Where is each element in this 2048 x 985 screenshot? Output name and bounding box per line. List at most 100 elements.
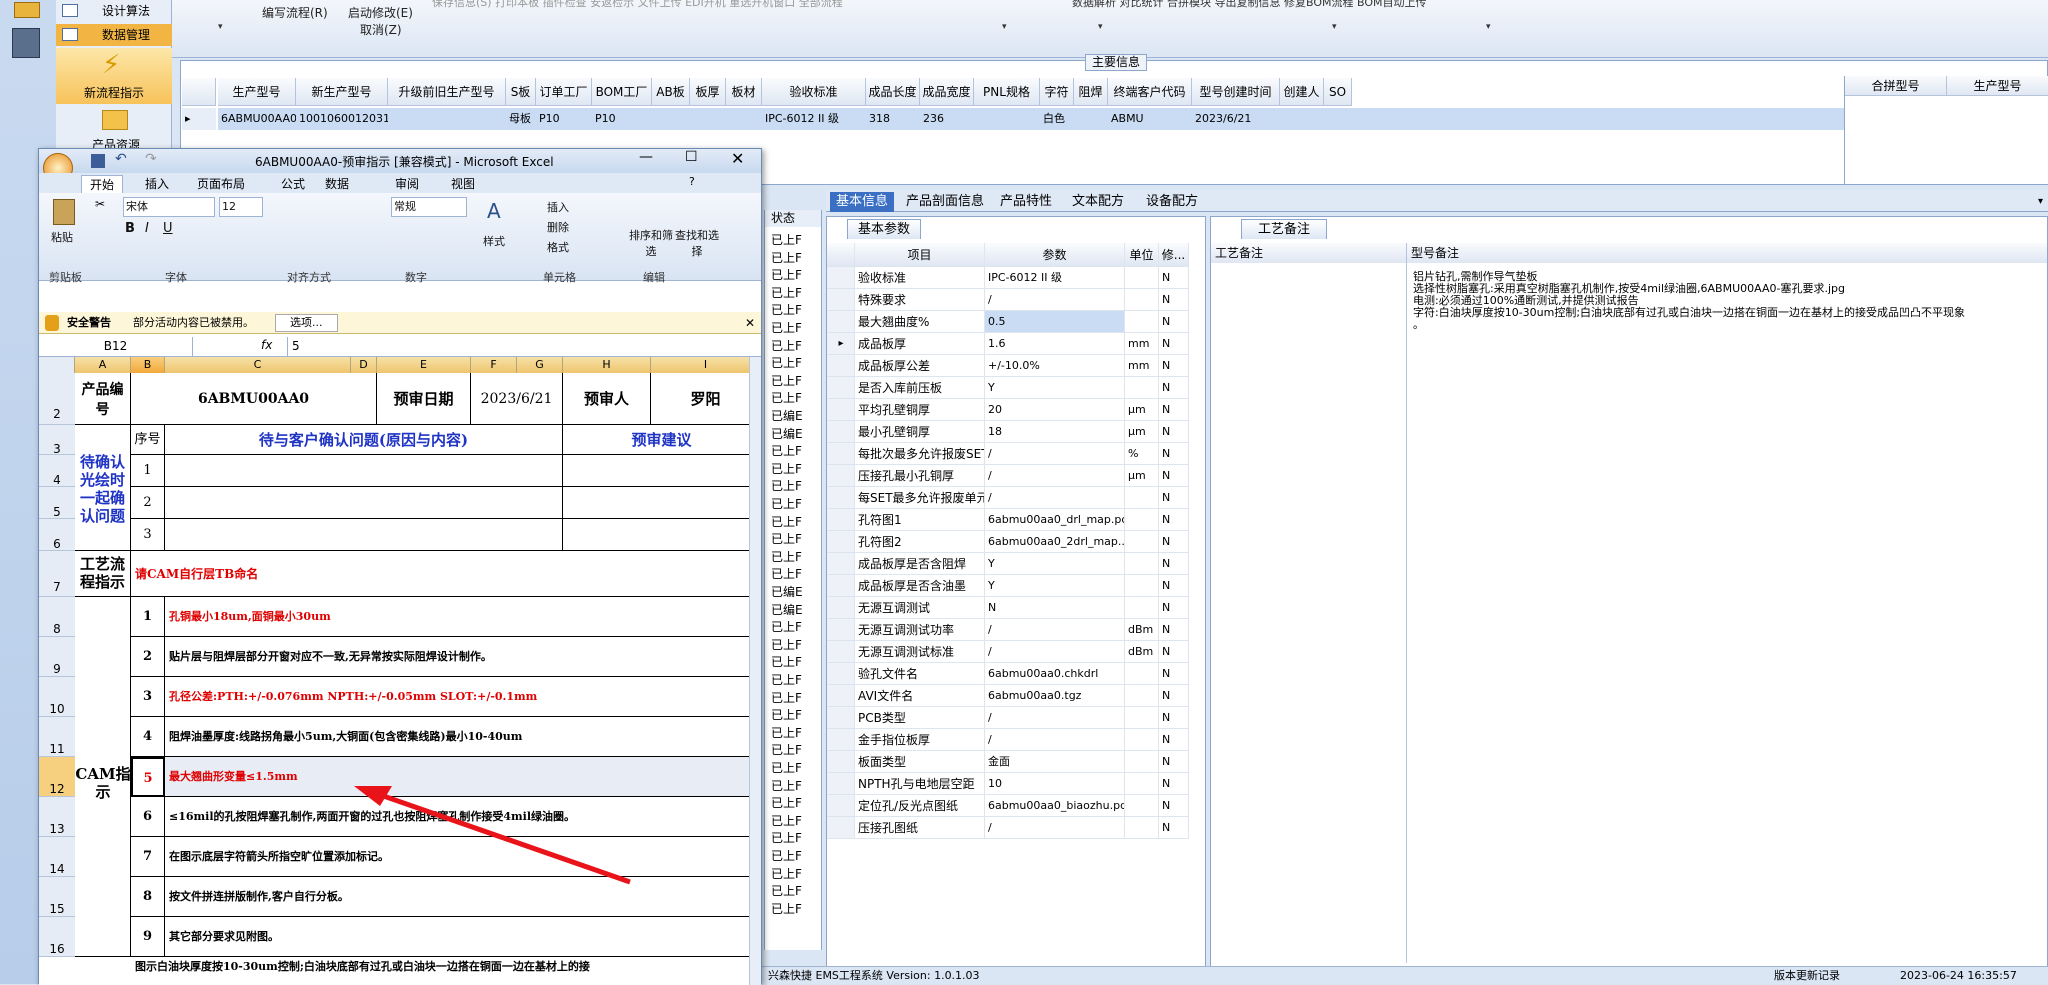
- find-select-button[interactable]: 查找和选择: [675, 227, 719, 259]
- nav-item-algorithm[interactable]: 设计算法: [56, 0, 172, 22]
- bold-button[interactable]: B: [125, 221, 135, 236]
- issue-cell[interactable]: [165, 487, 563, 519]
- tab-profile[interactable]: 产品剖面信息: [900, 192, 990, 212]
- vertical-scrollbar[interactable]: [749, 357, 761, 985]
- tab-data[interactable]: 数据: [317, 175, 357, 193]
- grid-cell[interactable]: P10: [592, 108, 652, 130]
- row-selector[interactable]: [827, 619, 855, 641]
- chevron-down-icon[interactable]: ▾: [1002, 22, 1007, 32]
- date-label-cell[interactable]: 预审日期: [377, 373, 471, 425]
- basic-cell[interactable]: /: [985, 707, 1125, 729]
- number-format-select[interactable]: 常规: [391, 197, 467, 217]
- item-number-cell[interactable]: 5: [131, 757, 165, 797]
- column-header[interactable]: C: [165, 357, 351, 373]
- basic-cell[interactable]: 6abmu00aa0_drl_map.pdf: [985, 509, 1125, 531]
- grid-cell[interactable]: [974, 108, 1040, 130]
- grid-cell[interactable]: 2023/6/21: [1192, 108, 1280, 130]
- reviewer-label-cell[interactable]: 预审人: [563, 373, 651, 425]
- cam-label-cell[interactable]: CAM指示: [75, 761, 131, 801]
- cancel-button[interactable]: 取消(Z): [360, 21, 402, 38]
- seq-cell[interactable]: 1: [131, 455, 165, 487]
- process-notes-area[interactable]: [1211, 263, 1407, 963]
- basic-cell[interactable]: /: [985, 641, 1125, 663]
- basic-cell[interactable]: N: [985, 597, 1125, 619]
- row-selector[interactable]: [827, 685, 855, 707]
- column-header[interactable]: E: [377, 357, 471, 373]
- format-cells-button[interactable]: 格式: [547, 239, 569, 255]
- item-text-cell[interactable]: 孔径公差:PTH:+/-0.076mm NPTH:+/-0.05mm SLOT:…: [165, 677, 749, 717]
- chevron-down-icon[interactable]: ▾: [218, 22, 223, 32]
- security-options-button[interactable]: 选项...: [275, 314, 338, 332]
- row-selector[interactable]: [827, 355, 855, 377]
- grid-cell[interactable]: 318: [866, 108, 920, 130]
- column-header[interactable]: A: [75, 357, 131, 373]
- product-label-cell[interactable]: 产品编号: [75, 373, 131, 425]
- basic-cell[interactable]: IPC-6012 II 级: [985, 267, 1125, 289]
- undo-icon[interactable]: ↶: [115, 151, 127, 167]
- row-header[interactable]: 11: [39, 717, 75, 757]
- basic-cell[interactable]: +/-10.0%: [985, 355, 1125, 377]
- grid-cell[interactable]: [690, 108, 726, 130]
- grid-cell[interactable]: [652, 108, 690, 130]
- row-selector[interactable]: [827, 707, 855, 729]
- help-icon[interactable]: ?: [689, 175, 695, 188]
- advice-cell[interactable]: [563, 519, 749, 551]
- basic-cell[interactable]: 6abmu00aa0.tgz: [985, 685, 1125, 707]
- row-selector[interactable]: [827, 729, 855, 751]
- item-number-cell[interactable]: 2: [131, 637, 165, 677]
- row-header[interactable]: 4: [39, 455, 75, 487]
- row-header[interactable]: 7: [39, 551, 75, 597]
- tab-equipment-recipe[interactable]: 设备配方: [1140, 192, 1204, 212]
- item-text-cell[interactable]: 孔铜最小18um,面铜最小30um: [165, 597, 749, 637]
- grid-cell[interactable]: [1074, 108, 1108, 130]
- row-header[interactable]: 15: [39, 877, 75, 917]
- row-selector[interactable]: [827, 663, 855, 685]
- row-selector[interactable]: [827, 267, 855, 289]
- pending-issues-label[interactable]: 待确认光绘时一起确认问题: [75, 425, 131, 551]
- basic-cell[interactable]: 6abmu00aa0.chkdrl: [985, 663, 1125, 685]
- basic-cell[interactable]: Y: [985, 575, 1125, 597]
- insert-cells-button[interactable]: 插入: [547, 199, 569, 215]
- item-text-cell[interactable]: 按文件拼连拼版制作,客户自行分板。: [165, 877, 749, 917]
- row-selector[interactable]: [827, 795, 855, 817]
- close-button[interactable]: ✕: [731, 149, 744, 168]
- row-header[interactable]: 5: [39, 487, 75, 519]
- save-icon[interactable]: [91, 154, 105, 168]
- styles-button[interactable]: A 样式: [481, 197, 515, 257]
- row-header[interactable]: 2: [39, 373, 75, 425]
- overflow-text-cell[interactable]: 图示白油块厚度按10-30um控制;白油块底部有过孔或白油块一边搭在铜面一边在基…: [131, 957, 749, 985]
- maximize-button[interactable]: ☐: [685, 149, 698, 165]
- row-selector[interactable]: [827, 311, 855, 333]
- select-all-corner[interactable]: [39, 357, 75, 373]
- font-name-select[interactable]: 宋体: [123, 197, 215, 217]
- row-selector[interactable]: [827, 773, 855, 795]
- nav-item-data[interactable]: 数据管理: [56, 24, 172, 46]
- item-text-cell[interactable]: 贴片层与阻焊层部分开窗对应不一致,无异常按实际阻焊设计制作。: [165, 637, 749, 677]
- item-number-cell[interactable]: 6: [131, 797, 165, 837]
- nav-item-new-flow[interactable]: ⚡ 新流程指示: [56, 48, 172, 104]
- model-notes-text[interactable]: 铝片钻孔,需制作导气垫板 选择性树脂塞孔:采用真空树脂塞孔机制作,按受4mil绿…: [1413, 271, 2033, 961]
- tab-review[interactable]: 审阅: [387, 175, 427, 193]
- issue-cell[interactable]: [165, 455, 563, 487]
- tab-process-notes[interactable]: 工艺备注: [1241, 219, 1328, 239]
- row-header[interactable]: 12: [39, 757, 75, 797]
- row-selector[interactable]: [827, 751, 855, 773]
- item-text-cell[interactable]: 最大翘曲形变量≤1.5mm: [165, 757, 749, 797]
- chevron-down-icon[interactable]: ▾: [1098, 22, 1103, 32]
- formula-input[interactable]: 5: [287, 337, 747, 356]
- row-selector[interactable]: [827, 443, 855, 465]
- tab-view[interactable]: 视图: [443, 175, 483, 193]
- column-header[interactable]: F: [471, 357, 517, 373]
- grid-cell[interactable]: 母板: [506, 108, 536, 130]
- grid-icon[interactable]: [14, 2, 40, 18]
- seq-cell[interactable]: 2: [131, 487, 165, 519]
- column-header[interactable]: H: [563, 357, 651, 373]
- advice-cell[interactable]: [563, 455, 749, 487]
- row-header[interactable]: 14: [39, 837, 75, 877]
- row-selector[interactable]: [827, 641, 855, 663]
- flow-text-cell[interactable]: 请CAM自行层TB命名: [131, 551, 749, 597]
- basic-cell[interactable]: 6abmu00aa0_biaozhu.pdf: [985, 795, 1125, 817]
- row-selector[interactable]: [827, 597, 855, 619]
- delete-cells-button[interactable]: 删除: [547, 219, 569, 235]
- column-header[interactable]: B: [131, 357, 165, 373]
